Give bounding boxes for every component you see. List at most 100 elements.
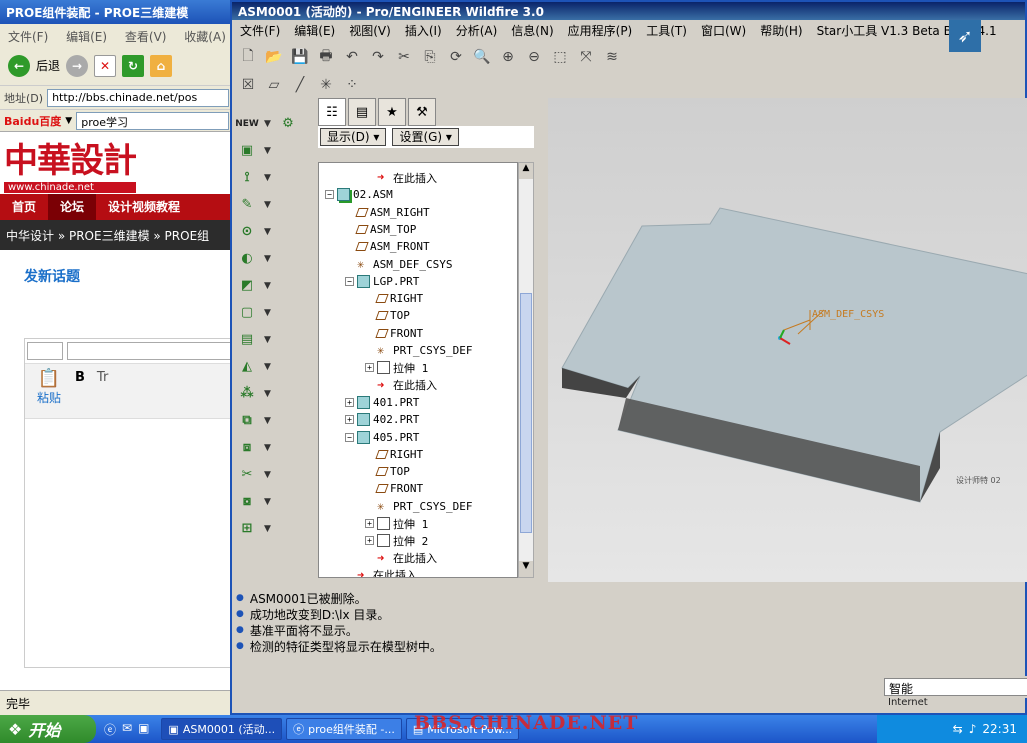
tree-row[interactable]: ASM_RIGHT [345, 204, 430, 221]
model-tree-tab-icon[interactable]: ☷ [318, 98, 346, 126]
expand-icon[interactable]: + [365, 536, 374, 546]
menu-info[interactable]: 信息(N) [511, 22, 553, 39]
tree-row[interactable]: ➜ 在此插入 [365, 550, 437, 567]
expand-icon[interactable]: + [345, 415, 354, 425]
sweep-tool-icon[interactable]: ✎ [236, 195, 258, 215]
extrude-tool-icon[interactable]: ▣ [236, 141, 258, 161]
nav-video[interactable]: 设计视频教程 [96, 194, 192, 220]
save-icon[interactable]: 💾 [290, 47, 310, 67]
datum-plane-toggle-icon[interactable]: ▱ [264, 75, 284, 95]
model-tree[interactable]: ➜ 在此插入 − 02.ASM ASM_RIGHT ASM_TOP ASM_FRONT ✳ AS… [318, 162, 518, 578]
new-icon[interactable]: 🗋 [238, 47, 258, 67]
scroll-up-icon[interactable]: ▲ [519, 163, 533, 179]
menu-view[interactable]: 查看(V) [125, 30, 167, 44]
paste-button[interactable]: 📋 粘贴 [29, 368, 69, 414]
settings-dropdown[interactable]: 设置(G) ▾ [392, 128, 459, 146]
collapse-icon[interactable]: − [345, 276, 354, 286]
font-icon[interactable]: Tr [91, 368, 114, 414]
layers-icon[interactable]: ≋ [602, 47, 622, 67]
chevron-down-icon[interactable]: ▼ [65, 116, 72, 126]
connections-tab-icon[interactable]: ⚒ [408, 98, 436, 126]
clock[interactable]: 22:31 [982, 722, 1017, 736]
show-desktop-icon[interactable]: ▣ [138, 721, 149, 738]
address-input[interactable]: http://bbs.chinade.net/pos [47, 88, 229, 107]
tree-row[interactable]: − 405.PRT [345, 429, 419, 446]
trim-tool-icon[interactable]: ✂ [236, 465, 258, 485]
home-icon[interactable]: ⌂ [150, 54, 173, 77]
graphics-area[interactable]: ASM_DEF_CSYS 设计师特 02 [548, 98, 1027, 582]
folder-browser-tab-icon[interactable]: ▤ [348, 98, 376, 126]
redo-icon[interactable]: ↷ [368, 47, 388, 67]
expand-icon[interactable]: + [365, 519, 374, 528]
back-button-label[interactable]: 后退 [36, 57, 60, 74]
expand-icon[interactable]: + [345, 397, 354, 407]
new-component-icon[interactable]: NEW [235, 114, 259, 134]
tree-row[interactable]: ASM_FRONT [345, 238, 430, 255]
menu-edit[interactable]: 编辑(E) [66, 30, 107, 44]
menu-file[interactable]: 文件(F) [240, 22, 280, 39]
assemble-icon[interactable]: ⚙ [277, 114, 299, 134]
tree-row[interactable]: +402.PRT [345, 411, 419, 428]
tree-row[interactable]: ✳ ASM_DEF_CSYS [345, 256, 452, 273]
tree-row[interactable]: ➜ 在此插入 [365, 169, 437, 186]
show-dropdown[interactable]: 显示(D) ▾ [320, 128, 387, 146]
copy-icon[interactable]: ⎘ [420, 47, 440, 67]
collapse-icon[interactable]: − [345, 432, 354, 442]
tree-row[interactable]: − LGP.PRT [345, 273, 419, 290]
menu-view[interactable]: 视图(V) [349, 22, 391, 39]
tree-row[interactable]: ➜ 在此插入 [365, 377, 437, 394]
cut-icon[interactable]: ✂ [394, 47, 414, 67]
rib-tool-icon[interactable]: ▤ [236, 330, 258, 350]
tree-row[interactable]: + 拉伸 1 [365, 515, 428, 532]
scroll-down-icon[interactable]: ▼ [519, 561, 533, 577]
tree-row[interactable]: RIGHT [365, 446, 423, 463]
menu-edit[interactable]: 编辑(E) [294, 22, 335, 39]
mirror-tool-icon[interactable]: ⧉ [236, 411, 258, 431]
chamfer-tool-icon[interactable]: ◩ [236, 276, 258, 296]
menu-insert[interactable]: 插入(I) [405, 22, 442, 39]
subject-input[interactable] [67, 342, 233, 360]
tree-row[interactable]: + 拉伸 1 [365, 359, 428, 376]
close-window-icon[interactable]: ☒ [238, 75, 258, 95]
tree-row[interactable]: TOP [365, 307, 410, 324]
component-ops-icon[interactable]: ⊞ [236, 519, 258, 539]
tree-row[interactable]: ➜ 在此插入 [345, 567, 417, 577]
favorites-tab-icon[interactable]: ★ [378, 98, 406, 126]
datum-axis-toggle-icon[interactable]: ╱ [290, 75, 310, 95]
tree-row[interactable]: + 拉伸 2 [365, 532, 428, 549]
menu-file[interactable]: 文件(F) [8, 30, 48, 44]
round-tool-icon[interactable]: ◐ [236, 249, 258, 269]
point-toggle-icon[interactable]: ⁘ [342, 75, 362, 95]
tree-row[interactable]: − 02.ASM [325, 186, 393, 203]
menu-tools[interactable]: 工具(T) [646, 22, 687, 39]
menu-help[interactable]: 帮助(H) [760, 22, 802, 39]
back-arrow-icon[interactable]: ← [8, 54, 30, 77]
draft-tool-icon[interactable]: ◭ [236, 357, 258, 377]
tree-row[interactable]: ✳ PRT_CSYS_DEF [365, 342, 472, 359]
tree-row[interactable]: +401.PRT [345, 394, 419, 411]
scroll-thumb[interactable] [520, 293, 532, 533]
revolve-tool-icon[interactable]: ⟟ [236, 168, 258, 188]
menu-analysis[interactable]: 分析(A) [456, 22, 498, 39]
undo-icon[interactable]: ↶ [342, 47, 362, 67]
volume-icon[interactable]: ♪ [969, 722, 977, 736]
shell-tool-icon[interactable]: ▢ [236, 303, 258, 323]
ie-icon[interactable]: ⓔ [104, 721, 116, 738]
selection-filter[interactable]: 智能 [884, 678, 1027, 696]
tree-row[interactable]: ASM_TOP [345, 221, 416, 238]
orient-icon[interactable]: ⤧ [576, 47, 596, 67]
hole-tool-icon[interactable]: ⊙ [236, 222, 258, 242]
start-button[interactable]: ❖ 开始 [0, 715, 96, 743]
tree-row[interactable]: FRONT [365, 480, 423, 497]
tree-row[interactable]: FRONT [365, 325, 423, 342]
baidu-logo[interactable]: Baidu百度 [4, 113, 61, 129]
zoom-out-icon[interactable]: ⊖ [524, 47, 544, 67]
tree-row[interactable]: RIGHT [365, 290, 423, 307]
tree-scrollbar[interactable]: ▲ ▼ [518, 162, 534, 578]
menu-window[interactable]: 窗口(W) [701, 22, 746, 39]
site-logo[interactable]: 中華設計 [4, 133, 137, 182]
network-icon[interactable]: ⇆ [953, 722, 963, 736]
regenerate-icon[interactable]: ⟳ [446, 47, 466, 67]
tree-row[interactable]: TOP [365, 463, 410, 480]
forward-arrow-icon[interactable]: → [66, 54, 89, 77]
